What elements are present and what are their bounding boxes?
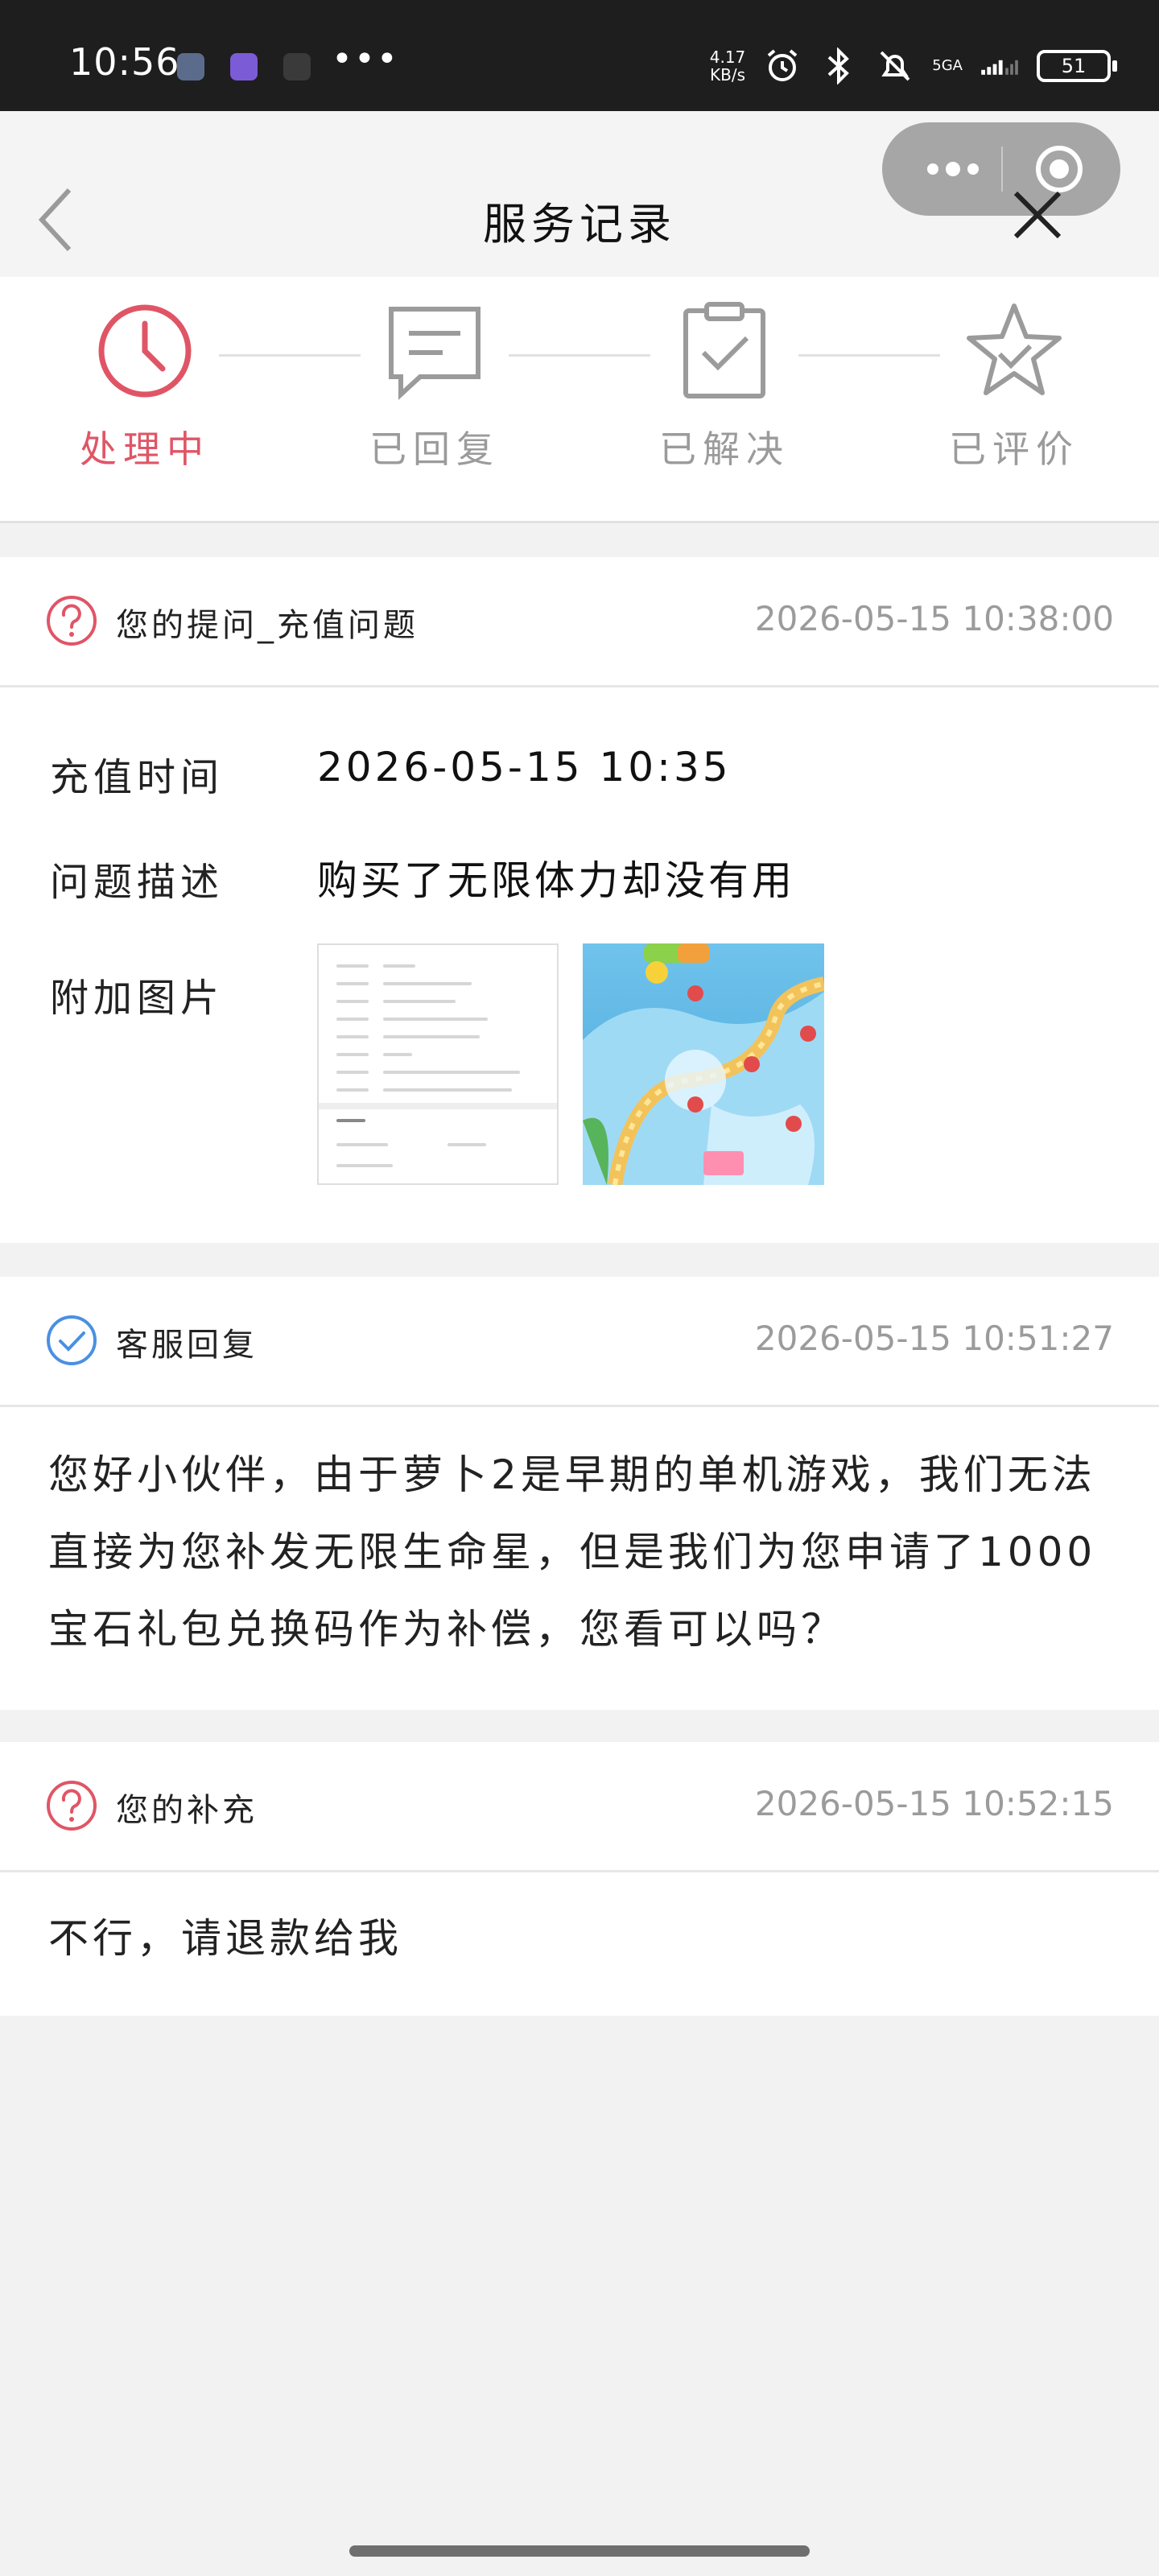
- game-map-image: [583, 943, 824, 1185]
- reply-time: 2026-05-15 10:51:27: [754, 1319, 1114, 1358]
- status-time: 10:56: [69, 40, 180, 84]
- doc-line: [336, 1143, 388, 1146]
- doc-line: [336, 1018, 369, 1021]
- step-label: 已解决: [659, 427, 790, 471]
- doc-line: [383, 1000, 456, 1003]
- reply-header: 客服回复 2026-05-15 10:51:27: [0, 1277, 1159, 1407]
- star-icon: [967, 303, 1062, 395]
- more-menu-button[interactable]: [913, 145, 993, 193]
- supplement-time: 2026-05-15 10:52:15: [754, 1784, 1114, 1823]
- recharge-time-label: 充值时间: [50, 755, 225, 800]
- doc-separator: [319, 1103, 557, 1109]
- doc-line: [336, 1053, 369, 1056]
- doc-line: [336, 982, 369, 985]
- close-icon: [1013, 191, 1062, 239]
- question-icon: [45, 1779, 98, 1832]
- question-icon: [45, 594, 98, 647]
- images-label: 附加图片: [50, 976, 225, 1021]
- home-indicator[interactable]: [349, 2545, 810, 2557]
- doc-line: [383, 1035, 480, 1038]
- check-circle-icon: [45, 1314, 98, 1367]
- doc-line: [383, 1018, 488, 1021]
- doc-line: [336, 1088, 369, 1092]
- clipboard-check-icon: [683, 302, 765, 398]
- step-resolved: 已解决: [628, 301, 821, 473]
- doc-line: [383, 1053, 412, 1056]
- net-speed: 4.17 KB/s: [710, 48, 746, 84]
- question-title: 您的提问_充值问题: [116, 607, 419, 644]
- reply-text: 您好小伙伴，由于萝卜2是早期的单机游戏，我们无法直接为您补发无限生命星，但是我们…: [48, 1451, 1097, 1653]
- doc-line: [336, 1164, 393, 1167]
- app-notification-icon-1: [177, 53, 204, 80]
- net-speed-value: 4.17: [709, 47, 746, 67]
- step-rated: 已评价: [918, 301, 1111, 473]
- miniprogram-capsule: [882, 122, 1120, 216]
- supplement-title: 您的补充: [116, 1792, 258, 1829]
- supplement-header: 您的补充 2026-05-15 10:52:15: [0, 1742, 1159, 1872]
- doc-line: [383, 982, 472, 985]
- question-card: 您的提问_充值问题 2026-05-15 10:38:00 充值时间 2026-…: [0, 557, 1159, 1243]
- step-label: 已评价: [949, 427, 1079, 471]
- progress-steps: 处理中 已回复 已解决 已评价: [0, 277, 1159, 523]
- more-dots-icon: [927, 162, 979, 176]
- question-time: 2026-05-15 10:38:00: [754, 599, 1114, 638]
- step-replied: 已回复: [338, 301, 531, 473]
- alarm-icon: [763, 47, 802, 85]
- clock-icon: [98, 304, 192, 398]
- question-header: 您的提问_充值问题 2026-05-15 10:38:00: [0, 557, 1159, 687]
- recharge-time-value: 2026-05-15 10:35: [317, 744, 732, 791]
- doc-line: [336, 964, 369, 968]
- reply-title: 客服回复: [116, 1327, 258, 1364]
- doc-line: [383, 964, 415, 968]
- battery-icon: 51: [1037, 50, 1117, 82]
- step-label: 处理中: [80, 427, 210, 471]
- status-bar: 10:56 ••• 4.17 KB/s 5GA 51: [0, 0, 1159, 111]
- nav-bar: 服务记录: [0, 111, 1159, 277]
- more-notifications-icon: •••: [332, 39, 399, 80]
- network-type: 5GA: [932, 57, 963, 74]
- battery-level: 51: [1061, 55, 1087, 77]
- app-notification-icon-2: [230, 53, 258, 80]
- doc-line: [336, 1035, 369, 1038]
- step-label: 已回复: [369, 427, 500, 471]
- step-processing: 处理中: [48, 301, 241, 473]
- capsule-divider: [1001, 147, 1003, 192]
- net-speed-unit: KB/s: [710, 65, 746, 85]
- doc-line: [383, 1071, 520, 1074]
- bluetooth-icon: [819, 47, 858, 85]
- tiktok-notification-icon: [283, 53, 311, 80]
- attached-image-screenshot[interactable]: [317, 943, 559, 1185]
- supplement-card: 您的补充 2026-05-15 10:52:15 不行，请退款给我: [0, 1742, 1159, 2016]
- message-icon: [389, 307, 481, 400]
- doc-line: [336, 1119, 365, 1122]
- doc-line: [383, 1088, 512, 1092]
- status-icons: 4.17 KB/s 5GA 51: [710, 42, 1117, 90]
- close-button[interactable]: [1006, 184, 1069, 246]
- doc-line: [448, 1143, 486, 1146]
- reply-card: 客服回复 2026-05-15 10:51:27 您好小伙伴，由于萝卜2是早期的…: [0, 1277, 1159, 1710]
- description-label: 问题描述: [50, 860, 225, 905]
- attached-image-game[interactable]: [583, 943, 824, 1185]
- supplement-text: 不行，请退款给我: [48, 1915, 402, 1962]
- doc-line: [336, 1071, 369, 1074]
- signal-icon: [980, 47, 1019, 85]
- doc-line: [336, 1000, 369, 1003]
- description-value: 购买了无限体力却没有用: [317, 857, 795, 904]
- silent-bell-icon: [876, 47, 914, 85]
